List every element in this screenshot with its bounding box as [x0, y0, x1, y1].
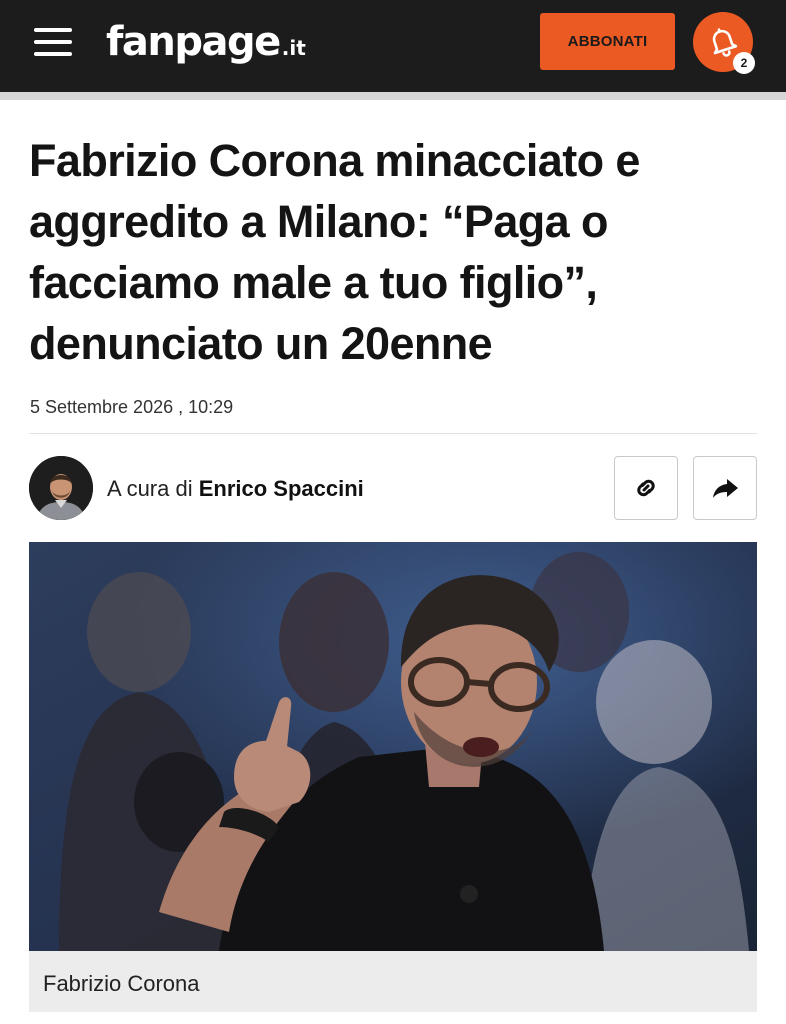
author-name-link[interactable]: Enrico Spaccini: [199, 476, 364, 501]
logo-wordmark: fanpage: [106, 19, 281, 65]
author-avatar[interactable]: [29, 456, 93, 520]
logo-tld: .it: [281, 36, 306, 60]
notification-count-badge: 2: [733, 52, 755, 74]
share-arrow-icon: [713, 479, 738, 498]
header-divider: [0, 92, 786, 100]
meta-divider: [29, 433, 757, 434]
byline-prefix: A cura di: [107, 476, 199, 501]
site-logo[interactable]: fanpage .it: [106, 14, 306, 70]
hamburger-menu-icon[interactable]: [34, 28, 72, 56]
subscribe-button[interactable]: ABBONATI: [540, 13, 675, 70]
copy-link-button[interactable]: [614, 456, 678, 520]
top-navigation-bar: fanpage .it ABBONATI 2: [0, 0, 786, 92]
link-icon: [637, 479, 655, 497]
author-byline: A cura di Enrico Spaccini: [107, 476, 364, 502]
share-button[interactable]: [693, 456, 757, 520]
publish-date: 5 Settembre 2026 , 10:29: [30, 397, 234, 417]
image-caption-box: Fabrizio Corona: [29, 951, 757, 1012]
article-headline: Fabrizio Corona minacciato e aggredito a…: [29, 135, 640, 369]
article-hero-image[interactable]: [29, 542, 757, 951]
bell-icon: [712, 28, 738, 57]
image-caption: Fabrizio Corona: [43, 971, 200, 996]
